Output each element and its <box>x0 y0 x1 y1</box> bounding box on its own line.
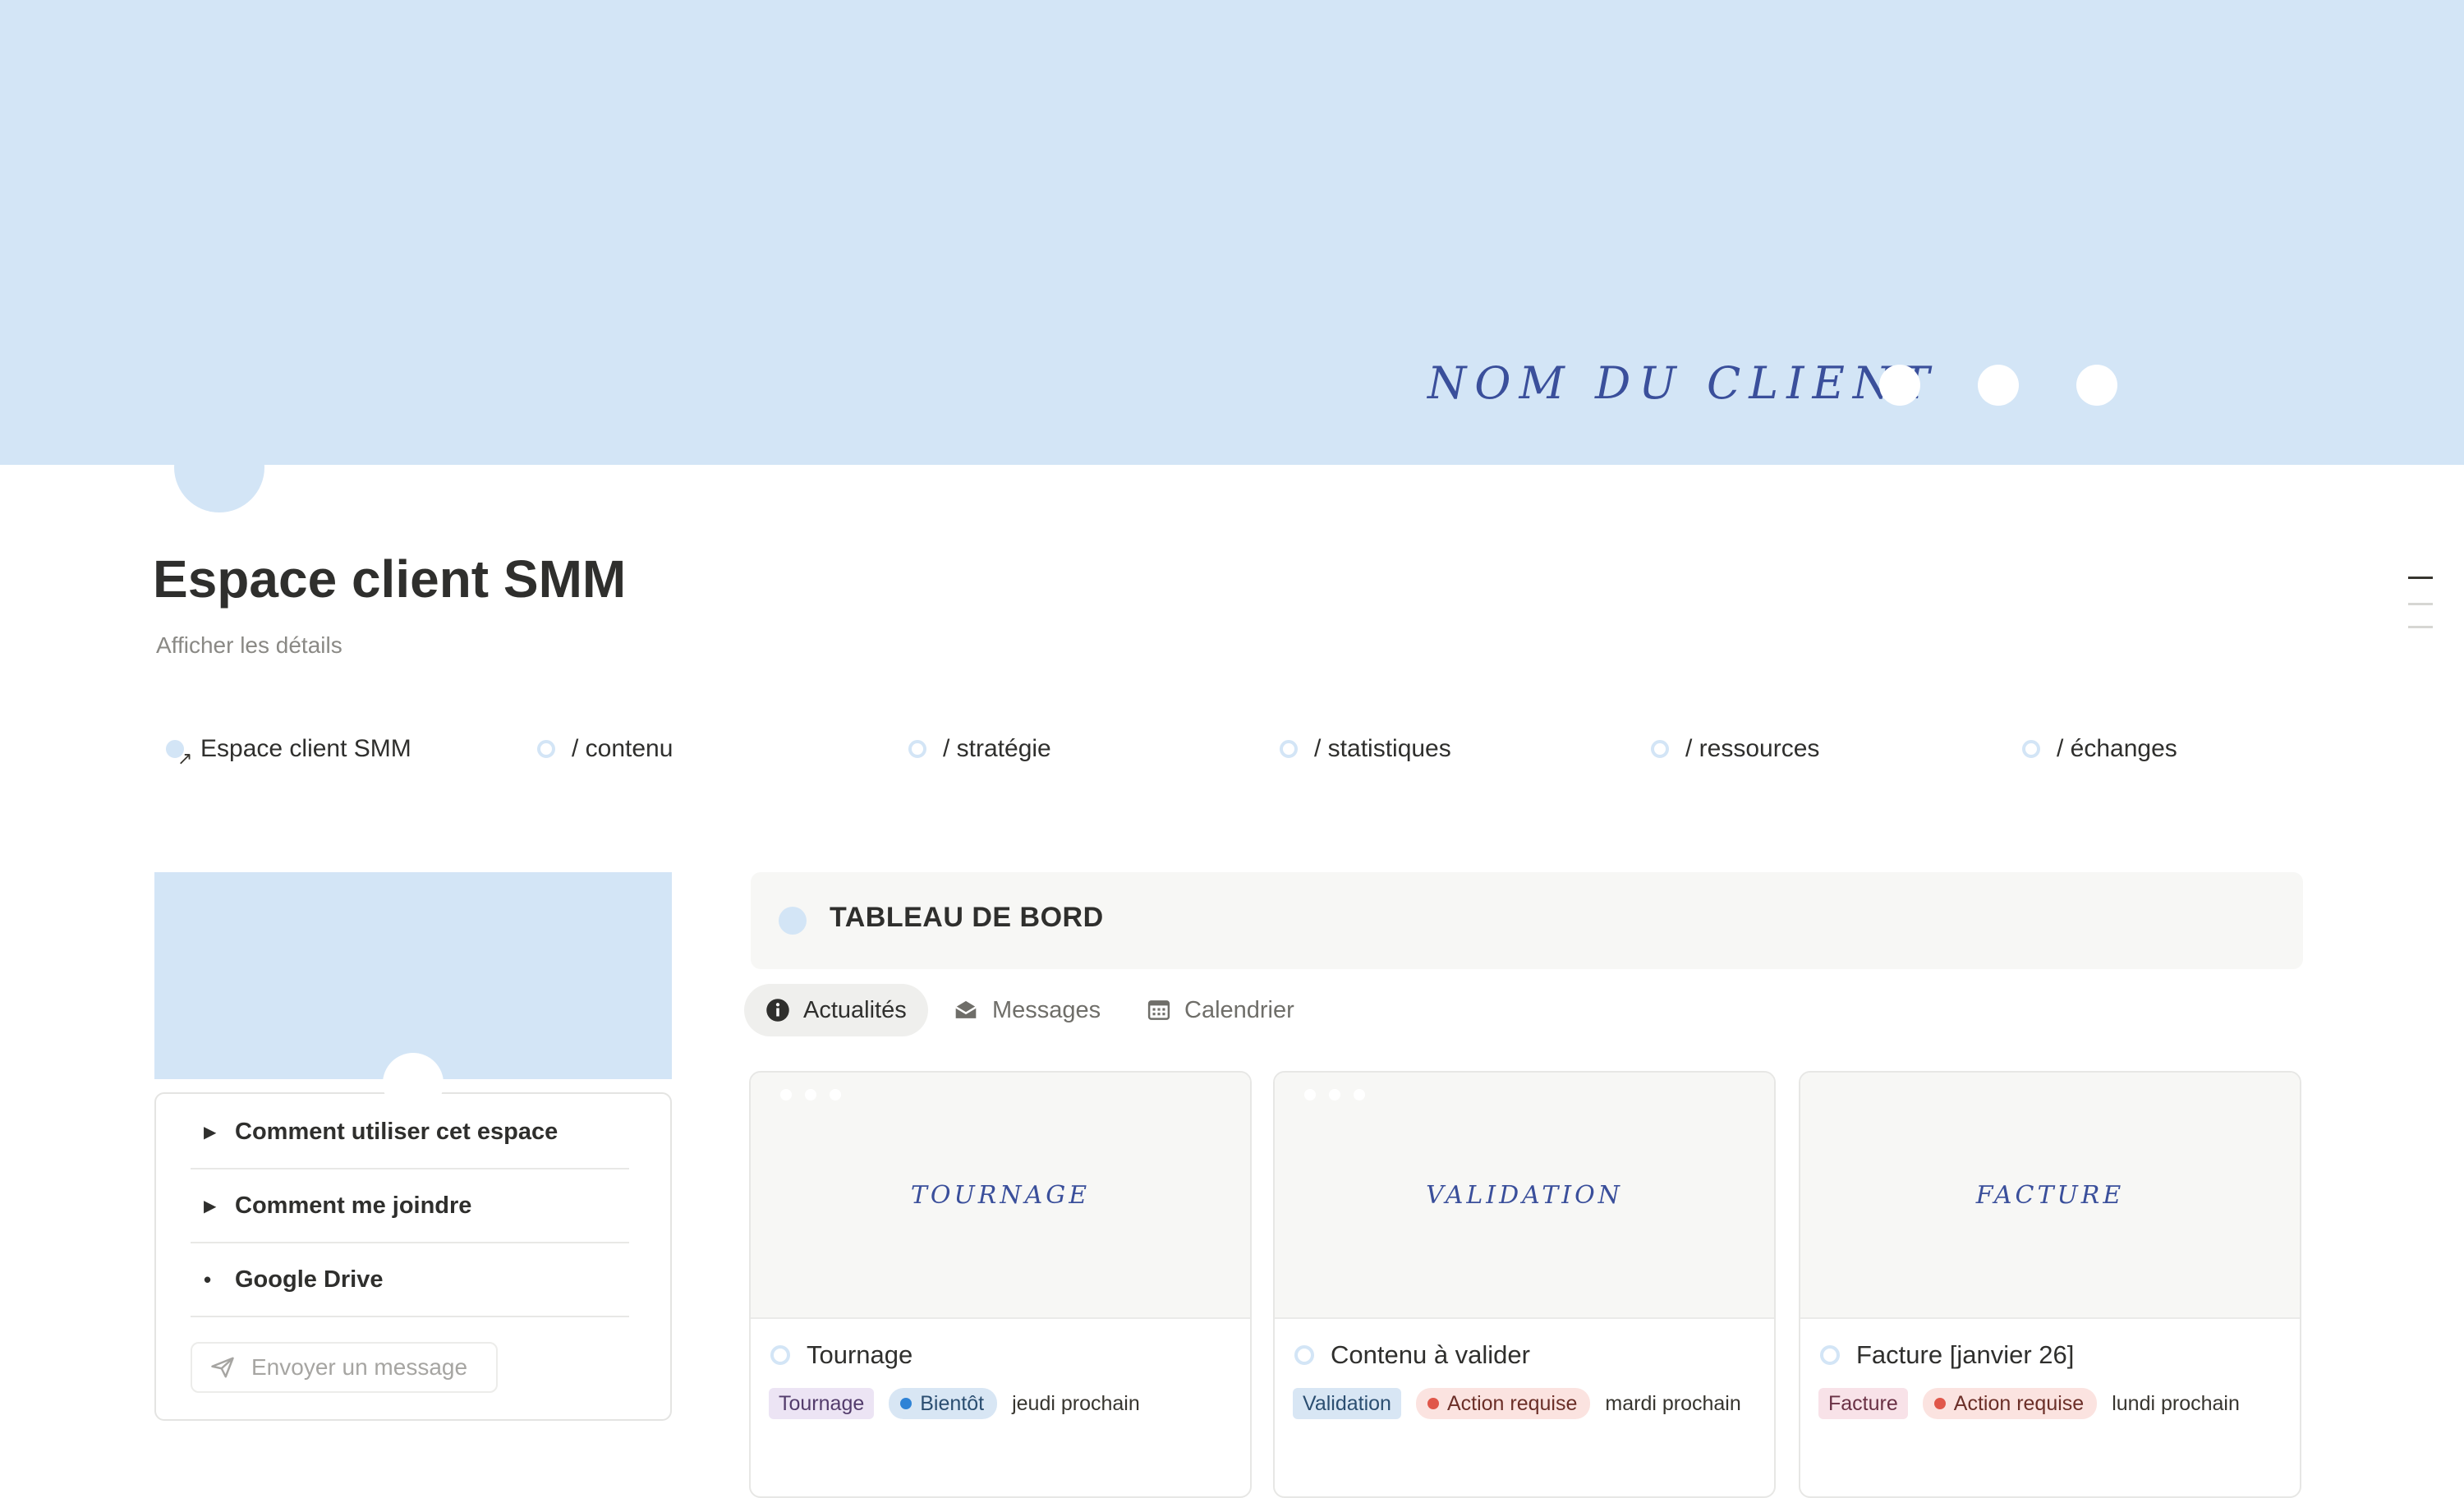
due-date: mardi prochain <box>1605 1391 1741 1415</box>
toc-line[interactable] <box>2408 577 2433 579</box>
nav-link-label: / contenu <box>572 735 673 762</box>
send-message-button[interactable]: Envoyer un message <box>191 1342 498 1393</box>
circle-icon <box>1820 1345 1840 1365</box>
paper-plane-icon <box>211 1357 234 1378</box>
nav-link-label: / ressources <box>1685 735 1820 762</box>
circle-icon <box>1280 740 1298 758</box>
toggle-label: Comment me joindre <box>235 1192 472 1219</box>
nav-link-statistiques[interactable]: / statistiques <box>1280 731 1451 767</box>
circle-icon <box>1651 740 1669 758</box>
sidebar-panel: ▶ Comment utiliser cet espace ▶ Comment … <box>154 1092 672 1421</box>
type-tag: Facture <box>1818 1388 1908 1419</box>
bullet-icon: • <box>204 1266 212 1292</box>
card-cover-label: TOURNAGE <box>910 1181 1091 1210</box>
card-cover-label: VALIDATION <box>1426 1181 1623 1210</box>
nav-link-label: / échanges <box>2057 735 2177 762</box>
card-properties: Tournage Bientôt jeudi prochain <box>769 1388 1237 1419</box>
list-item-label: Google Drive <box>235 1266 384 1293</box>
card-properties: Validation Action requise mardi prochain <box>1293 1388 1761 1419</box>
send-message-label: Envoyer un message <box>251 1354 468 1380</box>
circle-icon <box>779 907 807 935</box>
nav-link-contenu[interactable]: / contenu <box>537 731 673 767</box>
card-properties: Facture Action requise lundi prochain <box>1818 1388 2287 1419</box>
cover-dot <box>1879 365 1920 406</box>
circle-icon <box>908 740 926 758</box>
circle-icon <box>1294 1345 1314 1365</box>
cover-dot <box>780 1089 792 1101</box>
show-details-link[interactable]: Afficher les détails <box>156 632 342 659</box>
dashboard-title: TABLEAU DE BORD <box>830 902 1104 933</box>
card-cover-label: FACTURE <box>1975 1181 2125 1210</box>
sidebar-dot <box>383 1053 444 1114</box>
due-date: lundi prochain <box>2112 1391 2240 1415</box>
triangle-right-icon[interactable]: ▶ <box>191 1122 235 1142</box>
circle-icon <box>2022 740 2040 758</box>
tab-messages[interactable]: Messages <box>931 984 1122 1036</box>
page-icon[interactable] <box>174 422 264 512</box>
card-cover: FACTURE <box>1800 1073 2300 1319</box>
nav-link-label: / stratégie <box>943 735 1051 762</box>
google-drive-item[interactable]: • Google Drive <box>191 1243 629 1317</box>
card-title-text: Facture [janvier 26] <box>1856 1340 2075 1369</box>
status-label: Action requise <box>1953 1392 2085 1415</box>
cover-dot <box>1304 1089 1316 1101</box>
triangle-right-icon[interactable]: ▶ <box>191 1196 235 1216</box>
nav-link-ressources[interactable]: / ressources <box>1651 731 1819 767</box>
page-title: Espace client SMM <box>153 549 627 609</box>
info-icon <box>766 999 789 1022</box>
card-title[interactable]: Tournage <box>770 1340 913 1370</box>
card-title[interactable]: Contenu à valider <box>1294 1340 1530 1370</box>
dashboard-callout: TABLEAU DE BORD <box>751 872 2303 969</box>
card-title[interactable]: Facture [janvier 26] <box>1820 1340 2074 1370</box>
inbox-icon <box>955 1000 977 1018</box>
page-link-icon: ↗ <box>166 740 192 768</box>
cover-dot <box>2076 365 2117 406</box>
status-dot-icon <box>1427 1398 1439 1409</box>
tab-label: Messages <box>992 996 1101 1023</box>
status-label: Bientôt <box>920 1392 985 1415</box>
cover-dot <box>830 1089 841 1101</box>
type-tag: Validation <box>1293 1388 1401 1419</box>
toc-line[interactable] <box>2408 603 2433 605</box>
status-dot-icon <box>900 1398 913 1409</box>
status-label: Action requise <box>1446 1392 1578 1415</box>
client-name-heading: NOM DU CLIENT <box>1427 357 1938 409</box>
tab-label: Actualités <box>803 996 907 1023</box>
nav-link-label: / statistiques <box>1314 735 1451 762</box>
nav-link-strategie[interactable]: / stratégie <box>908 731 1051 767</box>
card-title-text: Contenu à valider <box>1331 1340 1530 1369</box>
card-validation[interactable]: VALIDATION Contenu à valider Validation … <box>1273 1071 1776 1498</box>
sidebar-cover-image <box>154 872 672 1079</box>
nav-link-label: Espace client SMM <box>200 735 411 762</box>
status-badge: Bientôt <box>889 1388 998 1419</box>
circle-icon <box>770 1345 790 1365</box>
status-badge: Action requise <box>1415 1388 1591 1419</box>
nav-link-espace-client[interactable]: ↗ Espace client SMM <box>166 731 411 768</box>
tab-calendrier[interactable]: Calendrier <box>1125 984 1316 1036</box>
card-tournage[interactable]: TOURNAGE Tournage Tournage Bientôt jeudi… <box>749 1071 1252 1498</box>
nav-link-echanges[interactable]: / échanges <box>2022 731 2177 767</box>
status-dot-icon <box>1933 1398 1946 1409</box>
card-cover: VALIDATION <box>1275 1073 1774 1319</box>
calendar-icon <box>1147 1000 1170 1020</box>
cover-dot <box>805 1089 816 1101</box>
cover-dot <box>1354 1089 1365 1101</box>
due-date: jeudi prochain <box>1012 1391 1140 1415</box>
type-tag: Tournage <box>769 1388 875 1419</box>
cover-dot <box>1329 1089 1340 1101</box>
toc-line[interactable] <box>2408 626 2433 628</box>
tab-actualites[interactable]: Actualités <box>744 984 928 1036</box>
toggle-label: Comment utiliser cet espace <box>235 1118 559 1145</box>
status-badge: Action requise <box>1922 1388 2098 1419</box>
cover-dot <box>1978 365 2019 406</box>
card-cover: TOURNAGE <box>751 1073 1250 1319</box>
toggle-how-to-reach[interactable]: ▶ Comment me joindre <box>191 1169 629 1243</box>
tab-label: Calendrier <box>1184 996 1294 1023</box>
card-facture[interactable]: FACTURE Facture [janvier 26] Facture Act… <box>1799 1071 2301 1498</box>
circle-icon <box>537 740 555 758</box>
card-title-text: Tournage <box>807 1340 913 1369</box>
